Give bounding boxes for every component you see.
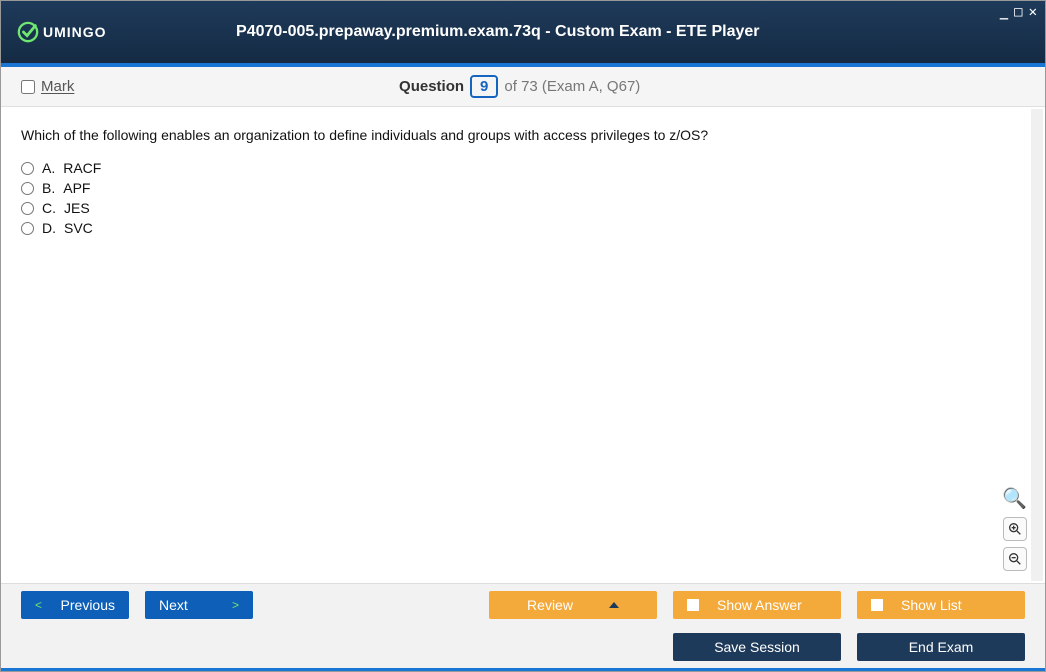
show-answer-button[interactable]: Show Answer [673, 591, 841, 619]
question-info: Question 9 of 73 (Exam A, Q67) [74, 75, 965, 98]
checkbox-icon [871, 599, 883, 611]
option-d-text: SVC [64, 220, 93, 236]
scrollbar[interactable] [1031, 109, 1043, 581]
previous-label: Previous [61, 597, 115, 613]
option-a-radio[interactable] [21, 162, 34, 175]
question-bar: Mark Question 9 of 73 (Exam A, Q67) [1, 67, 1045, 107]
triangle-up-icon [609, 602, 619, 608]
show-answer-label: Show Answer [717, 597, 802, 613]
option-d-letter: D. [42, 220, 56, 236]
question-total: of 73 (Exam A, Q67) [504, 78, 640, 95]
bottom-accent [1, 668, 1045, 671]
end-exam-label: End Exam [909, 639, 974, 655]
option-c[interactable]: C. JES [21, 200, 1025, 216]
zoom-in-button[interactable] [1003, 517, 1027, 541]
show-list-label: Show List [901, 597, 962, 613]
option-b-letter: B. [42, 180, 55, 196]
footer-row-2: Save Session End Exam [1, 626, 1045, 668]
zoom-in-icon [1007, 521, 1023, 537]
footer: < Previous Next > Review Show Answer Sho… [1, 583, 1045, 668]
maximize-icon[interactable]: □ [1014, 5, 1022, 19]
question-label: Question [399, 78, 464, 95]
option-b-text: APF [63, 180, 90, 196]
end-exam-button[interactable]: End Exam [857, 633, 1025, 661]
review-button[interactable]: Review [489, 591, 657, 619]
next-label: Next [159, 597, 188, 613]
previous-button[interactable]: < Previous [21, 591, 129, 619]
question-text: Which of the following enables an organi… [21, 125, 1025, 146]
app-title: P4070-005.prepaway.premium.exam.73q - Cu… [0, 23, 1029, 41]
chevron-right-icon: > [232, 598, 239, 612]
save-session-button[interactable]: Save Session [673, 633, 841, 661]
option-d-radio[interactable] [21, 222, 34, 235]
zoom-out-icon [1007, 551, 1023, 567]
zoom-out-button[interactable] [1003, 547, 1027, 571]
option-c-radio[interactable] [21, 202, 34, 215]
question-content: Which of the following enables an organi… [1, 107, 1045, 583]
mark-toggle[interactable]: Mark [21, 78, 74, 95]
option-a-letter: A. [42, 160, 55, 176]
option-a-text: RACF [63, 160, 101, 176]
minimize-icon[interactable]: _ [1000, 5, 1008, 19]
search-icon[interactable]: 🔍 [1002, 486, 1027, 511]
footer-row-1: < Previous Next > Review Show Answer Sho… [1, 584, 1045, 626]
checkbox-icon [687, 599, 699, 611]
mark-checkbox[interactable] [21, 80, 35, 94]
close-icon[interactable]: ✕ [1029, 5, 1037, 19]
window-controls: _ □ ✕ [1000, 5, 1037, 19]
review-label: Review [527, 597, 573, 613]
zoom-tools: 🔍 [1002, 486, 1027, 571]
option-b[interactable]: B. APF [21, 180, 1025, 196]
save-session-label: Save Session [714, 639, 800, 655]
title-bar: UMINGO P4070-005.prepaway.premium.exam.7… [1, 1, 1045, 63]
mark-label: Mark [41, 78, 74, 95]
option-c-text: JES [64, 200, 90, 216]
option-b-radio[interactable] [21, 182, 34, 195]
option-d[interactable]: D. SVC [21, 220, 1025, 236]
next-button[interactable]: Next > [145, 591, 253, 619]
option-c-letter: C. [42, 200, 56, 216]
question-number: 9 [470, 75, 498, 98]
chevron-left-icon: < [35, 598, 42, 612]
show-list-button[interactable]: Show List [857, 591, 1025, 619]
option-a[interactable]: A. RACF [21, 160, 1025, 176]
